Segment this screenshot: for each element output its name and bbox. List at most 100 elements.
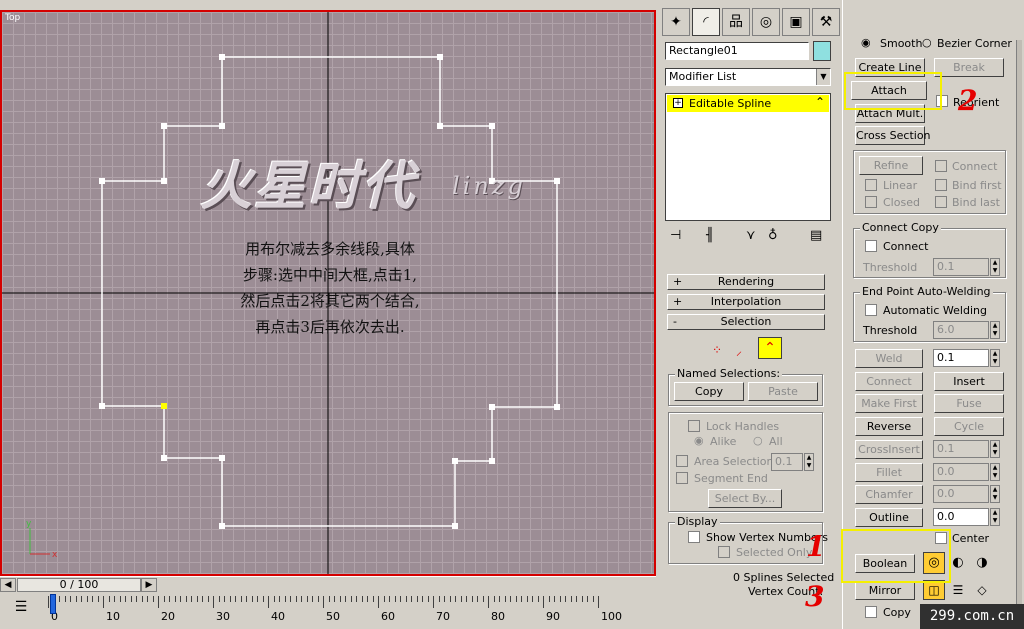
spline-level-icon[interactable]: ⌃ (758, 337, 782, 359)
modify-tab[interactable]: ◜ (692, 8, 720, 36)
bind-first-checkbox[interactable] (935, 179, 947, 191)
rollout-rendering[interactable]: + Rendering (667, 274, 825, 290)
chevron-down-icon[interactable]: ▼ (816, 69, 830, 85)
smooth-radio[interactable]: ◉ (861, 36, 871, 49)
lock-handles-checkbox[interactable] (688, 420, 700, 432)
intersection-icon[interactable]: ◑ (972, 553, 992, 573)
crossinsert-button[interactable]: CrossInsert (855, 440, 923, 459)
expand-icon[interactable]: + (673, 98, 683, 108)
break-button[interactable]: Break (934, 58, 1004, 77)
mirror-horizontal-icon[interactable]: ◫ (923, 580, 945, 600)
mirror-button[interactable]: Mirror (855, 581, 915, 600)
ruler-tick (213, 596, 214, 608)
welding-threshold-spinner[interactable]: 6.0 (933, 321, 989, 339)
automatic-welding-checkbox[interactable] (865, 304, 877, 316)
connect-button[interactable]: Connect (855, 372, 923, 391)
fillet-button[interactable]: Fillet (855, 463, 923, 482)
bezier-corner-radio[interactable]: ○ (922, 36, 932, 49)
weld-button[interactable]: Weld (855, 349, 923, 368)
display-tab[interactable]: ▣ (782, 8, 810, 36)
show-vertex-numbers-checkbox[interactable] (688, 531, 700, 543)
vertex (219, 523, 225, 529)
connect-copy-threshold-spinner[interactable]: 0.1 (933, 258, 989, 276)
track-view-icon[interactable]: ☰ (10, 599, 32, 617)
chamfer-spinner[interactable]: 0.0 (933, 485, 989, 503)
make-unique-icon[interactable]: ⋎ (746, 228, 756, 243)
copy-checkbox[interactable] (865, 606, 877, 618)
crossinsert-spinner[interactable]: 0.1 (933, 440, 989, 458)
prev-frame-button[interactable]: ◀ (0, 578, 16, 592)
selected-only-checkbox[interactable] (718, 546, 730, 558)
make-first-button[interactable]: Make First (855, 394, 923, 413)
spinner-arrows-icon[interactable]: ▲ ▼ (990, 258, 1000, 276)
object-name-field[interactable]: Rectangle01 (665, 42, 809, 60)
remove-modifier-icon[interactable]: ♁ (768, 228, 778, 243)
spinner-arrows-icon[interactable]: ▲ ▼ (990, 508, 1000, 526)
spinner-arrows-icon[interactable]: ▲ ▼ (804, 453, 814, 471)
rollout-interpolation[interactable]: + Interpolation (667, 294, 825, 310)
vertex-level-icon[interactable]: ⁘ (712, 343, 730, 357)
create-tab[interactable]: ✦ (662, 8, 690, 36)
reverse-button[interactable]: Reverse (855, 417, 923, 436)
area-selection-checkbox[interactable] (676, 455, 688, 467)
current-frame-marker[interactable] (50, 594, 56, 614)
select-by-button[interactable]: Select By... (708, 489, 782, 508)
spinner-arrows-icon[interactable]: ▲ ▼ (990, 463, 1000, 481)
fuse-button[interactable]: Fuse (934, 394, 1004, 413)
segment-end-checkbox[interactable] (676, 472, 688, 484)
panel-scrollbar[interactable] (1016, 40, 1022, 626)
weld-threshold-spinner[interactable]: 0.1 (933, 349, 989, 367)
cross-section-button[interactable]: Cross Section (855, 126, 931, 145)
cycle-button[interactable]: Cycle (934, 417, 1004, 436)
outline-spinner[interactable]: 0.0 (933, 508, 989, 526)
closed-checkbox[interactable] (865, 196, 877, 208)
connect-copy-checkbox[interactable] (865, 240, 877, 252)
frame-ruler[interactable]: 0 10 20 30 40 50 60 70 80 90 100 (48, 596, 656, 623)
fillet-spinner[interactable]: 0.0 (933, 463, 989, 481)
top-viewport[interactable]: Top y x 火星时代 linzg 用布尔减去多余线段,具体 步骤:选中中间大… (0, 10, 656, 576)
mirror-vertical-icon[interactable]: ☰ (948, 580, 968, 600)
ruler-tick (570, 596, 572, 602)
segment-level-icon[interactable]: ⸝ (736, 342, 754, 358)
linear-checkbox[interactable] (865, 179, 877, 191)
ruler-tick (438, 596, 440, 602)
object-color-swatch[interactable] (813, 41, 831, 61)
bind-last-checkbox[interactable] (935, 196, 947, 208)
connect-checkbox[interactable] (935, 160, 947, 172)
copy-selection-button[interactable]: Copy (674, 382, 744, 401)
next-frame-button[interactable]: ▶ (141, 578, 157, 592)
subtraction-icon[interactable]: ◐ (948, 553, 968, 573)
pin-stack-icon[interactable]: ⊣ (670, 228, 681, 243)
area-selection-spinner[interactable]: 0.1 (771, 453, 803, 471)
hierarchy-tab[interactable]: 品 (722, 8, 750, 36)
refine-button[interactable]: Refine (859, 156, 923, 175)
center-label: Center (952, 532, 990, 545)
outline-button[interactable]: Outline (855, 508, 923, 527)
chevron-up-icon[interactable]: ⌃ (815, 95, 825, 109)
insert-button[interactable]: Insert (934, 372, 1004, 391)
paste-selection-button[interactable]: Paste (748, 382, 818, 401)
ruler-tick (411, 596, 412, 602)
show-end-result-icon[interactable]: ╢ (706, 228, 714, 243)
utilities-tab[interactable]: ⚒ (812, 8, 840, 36)
modifier-stack[interactable]: + Editable Spline ⌃ (665, 93, 831, 221)
watermark-title: 火星时代 (200, 156, 417, 217)
configure-sets-icon[interactable]: ▤ (810, 228, 822, 243)
ruler-tick (306, 596, 308, 602)
spinner-arrows-icon[interactable]: ▲ ▼ (990, 440, 1000, 458)
vertex (437, 54, 443, 60)
motion-tab[interactable]: ◎ (752, 8, 780, 36)
spinner-arrows-icon[interactable]: ▲ ▼ (990, 321, 1000, 339)
track-bar[interactable]: ☰ 0 10 20 30 40 50 60 70 80 90 100 (0, 592, 656, 629)
time-slider-thumb[interactable]: 0 / 100 (17, 578, 141, 592)
alike-radio[interactable]: ◉ (694, 434, 704, 447)
rollout-selection[interactable]: - Selection (667, 314, 825, 330)
spinner-arrows-icon[interactable]: ▲ ▼ (990, 485, 1000, 503)
modifier-list-dropdown[interactable]: Modifier List ▼ (665, 68, 831, 86)
stack-item-editable-spline[interactable]: + Editable Spline ⌃ (667, 95, 829, 112)
mirror-both-icon[interactable]: ◇ (972, 580, 992, 600)
spinner-arrows-icon[interactable]: ▲ ▼ (990, 349, 1000, 367)
all-radio[interactable]: ○ (753, 434, 763, 447)
chamfer-button[interactable]: Chamfer (855, 485, 923, 504)
time-slider[interactable]: ◀ 0 / 100 ▶ (0, 576, 656, 592)
